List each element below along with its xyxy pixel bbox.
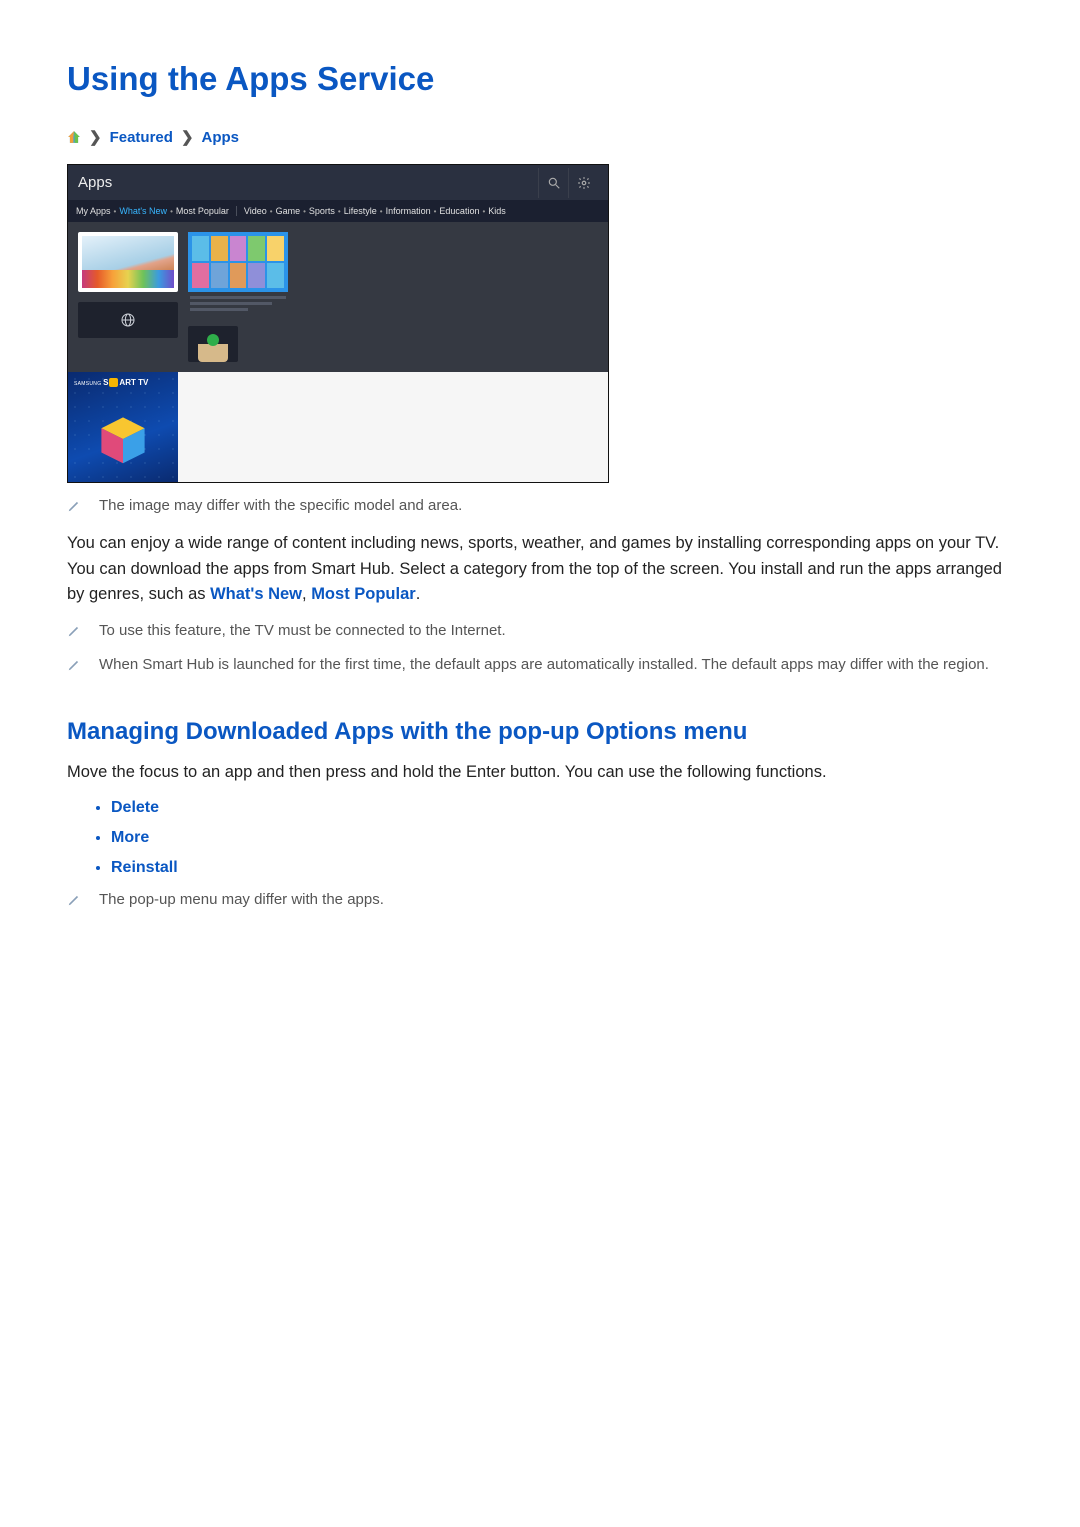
chevron-icon: ❯	[89, 128, 102, 146]
tab-whats-new[interactable]: What's New	[119, 206, 167, 216]
brand-cube-icon	[109, 378, 118, 387]
section-title-managing: Managing Downloaded Apps with the pop-up…	[67, 718, 1013, 746]
link-whats-new[interactable]: What's New	[210, 585, 302, 603]
note-default-apps: When Smart Hub is launched for the first…	[67, 656, 1013, 676]
tv-screenshot: Apps My Apps • What's New • Most Popular…	[67, 164, 609, 483]
tab-kids[interactable]: Kids	[488, 206, 506, 216]
brand-label: SAMSUNG SART TV	[74, 378, 172, 387]
pencil-icon	[67, 658, 81, 676]
tv-topbar: Apps	[68, 165, 608, 200]
tab-game[interactable]: Game	[276, 206, 301, 216]
tab-information[interactable]: Information	[386, 206, 431, 216]
link-most-popular[interactable]: Most Popular	[311, 585, 416, 603]
note-text: The pop-up menu may differ with the apps…	[99, 891, 384, 908]
app-tile-grid[interactable]	[188, 232, 288, 292]
tab-most-popular[interactable]: Most Popular	[176, 206, 229, 216]
tab-sports[interactable]: Sports	[309, 206, 335, 216]
breadcrumb: ❯ Featured ❯ Apps	[67, 128, 1013, 146]
chevron-icon: ❯	[181, 128, 194, 146]
note-text: To use this feature, the TV must be conn…	[99, 622, 506, 639]
note-text: When Smart Hub is launched for the first…	[99, 656, 989, 673]
tv-bottom: SAMSUNG SART TV	[68, 372, 608, 482]
tab-lifestyle[interactable]: Lifestyle	[344, 206, 377, 216]
breadcrumb-featured[interactable]: Featured	[110, 129, 173, 146]
section2-body: Move the focus to an app and then press …	[67, 760, 1013, 786]
search-icon[interactable]	[538, 168, 568, 198]
tv-body	[68, 222, 608, 372]
tab-my-apps[interactable]: My Apps	[76, 206, 111, 216]
app-tile-globe[interactable]	[78, 302, 178, 338]
pencil-icon	[67, 499, 81, 517]
tab-education[interactable]: Education	[439, 206, 479, 216]
breadcrumb-apps[interactable]: Apps	[202, 129, 240, 146]
app-tile[interactable]	[78, 232, 178, 292]
intro-paragraph: You can enjoy a wide range of content in…	[67, 531, 1013, 608]
tv-tabs: My Apps • What's New • Most Popular Vide…	[68, 200, 608, 222]
options-list: Delete More Reinstall	[67, 799, 1013, 877]
note-popup-differ: The pop-up menu may differ with the apps…	[67, 891, 1013, 911]
app-tile-book[interactable]	[188, 326, 238, 362]
note-image-differ: The image may differ with the specific m…	[67, 497, 1013, 517]
option-more[interactable]: More	[111, 829, 1013, 847]
option-delete[interactable]: Delete	[111, 799, 1013, 817]
smart-tv-card[interactable]: SAMSUNG SART TV	[68, 372, 178, 482]
note-text: The image may differ with the specific m…	[99, 497, 462, 514]
gear-icon[interactable]	[568, 168, 598, 198]
home-icon	[67, 130, 81, 144]
pencil-icon	[67, 893, 81, 911]
page-title: Using the Apps Service	[67, 60, 1013, 98]
tv-title: Apps	[78, 174, 538, 191]
app-description-lines	[188, 292, 288, 318]
pencil-icon	[67, 624, 81, 642]
note-internet: To use this feature, the TV must be conn…	[67, 622, 1013, 642]
option-reinstall[interactable]: Reinstall	[111, 859, 1013, 877]
tab-video[interactable]: Video	[244, 206, 267, 216]
cube-icon	[96, 412, 150, 466]
